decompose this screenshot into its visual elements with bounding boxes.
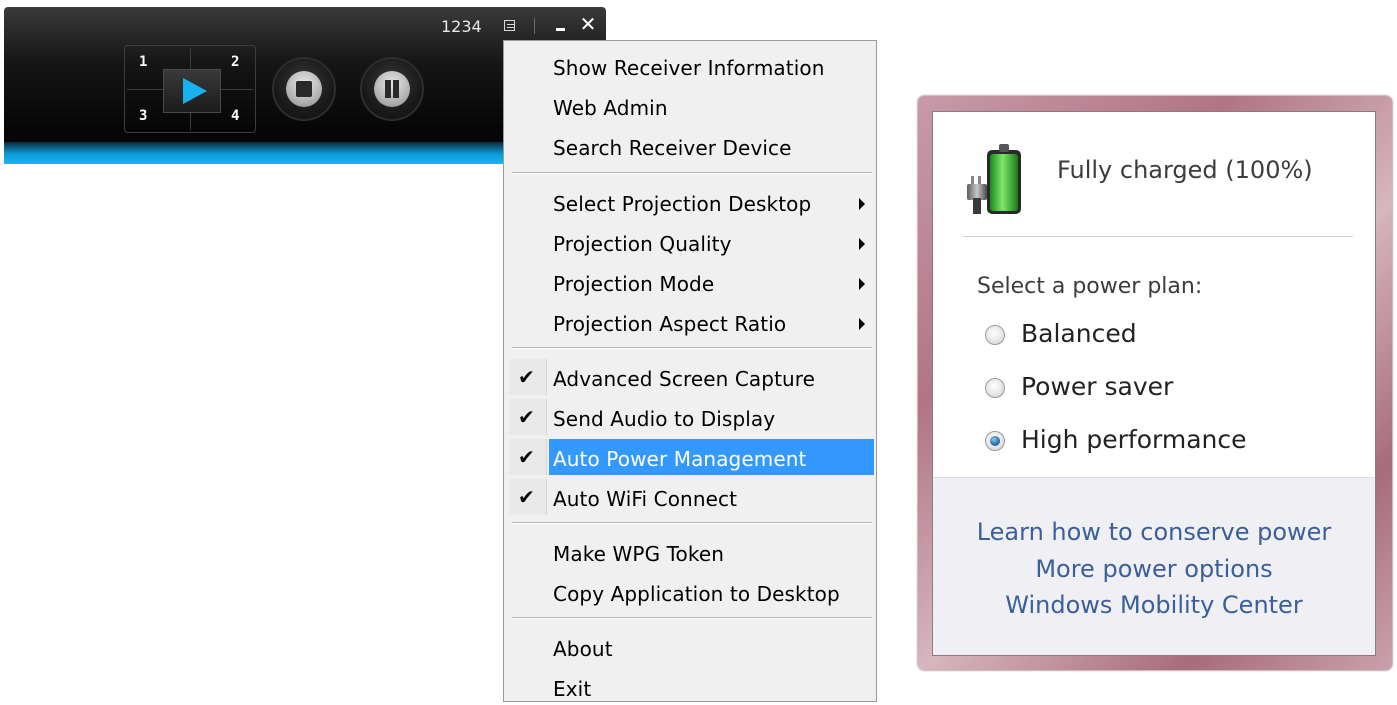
battery-plug-icon bbox=[967, 144, 1021, 214]
menu-item-auto-wifi-connect[interactable]: ✔ Auto WiFi Connect bbox=[504, 479, 876, 515]
menu-separator bbox=[512, 172, 872, 174]
menu-item-projection-aspect-ratio[interactable]: Projection Aspect Ratio bbox=[504, 304, 876, 340]
submenu-arrow-icon bbox=[859, 198, 865, 210]
menu-item-body: Search Receiver Device bbox=[507, 128, 874, 164]
power-plan-heading: Select a power plan: bbox=[977, 274, 1203, 299]
menu-item-body: Auto Power Management bbox=[549, 439, 874, 475]
menu-item-body: Projection Mode bbox=[507, 264, 874, 300]
battery-flyout: Fully charged (100%) Select a power plan… bbox=[918, 96, 1392, 670]
menu-item-label: Web Admin bbox=[553, 96, 668, 120]
battery-status: Fully charged (100%) bbox=[1057, 156, 1313, 184]
menu-item-body: Auto WiFi Connect bbox=[507, 479, 874, 515]
pause-button[interactable] bbox=[360, 57, 424, 121]
menu-item-label: Projection Quality bbox=[553, 232, 732, 256]
quadrant-3-button[interactable]: 3 bbox=[139, 108, 147, 124]
pause-icon bbox=[385, 80, 391, 98]
close-icon[interactable]: ✕ bbox=[579, 14, 597, 34]
menu-item-exit[interactable]: Exit bbox=[504, 669, 876, 705]
menu-item-label: Projection Mode bbox=[553, 272, 715, 296]
menu-item-label: About bbox=[553, 637, 613, 661]
minimize-icon[interactable] bbox=[553, 17, 569, 35]
menu-item-web-admin[interactable]: Web Admin bbox=[504, 88, 876, 124]
menu-item-auto-power-management[interactable]: ✔ Auto Power Management bbox=[504, 439, 876, 475]
submenu-arrow-icon bbox=[859, 318, 865, 330]
submenu-arrow-icon bbox=[859, 278, 865, 290]
menu-item-search-receiver-device[interactable]: Search Receiver Device bbox=[504, 128, 876, 164]
menu-item-label: Advanced Screen Capture bbox=[553, 367, 816, 391]
menu-item-body: Projection Aspect Ratio bbox=[507, 304, 874, 340]
menu-item-body: Select Projection Desktop bbox=[507, 184, 874, 220]
stop-icon bbox=[296, 81, 312, 97]
play-icon bbox=[183, 78, 207, 104]
menu-item-label: Make WPG Token bbox=[553, 542, 725, 566]
menu-item-label: Send Audio to Display bbox=[553, 407, 776, 431]
radio-balanced[interactable] bbox=[985, 325, 1005, 345]
menu-item-make-wpg-token[interactable]: Make WPG Token bbox=[504, 534, 876, 570]
radio-power-saver[interactable] bbox=[985, 378, 1005, 398]
submenu-arrow-icon bbox=[859, 238, 865, 250]
session-code: 1234 bbox=[441, 17, 482, 36]
link-mobility-center[interactable]: Windows Mobility Center bbox=[933, 591, 1375, 619]
pause-icon-bar bbox=[393, 80, 399, 98]
plan-label: Balanced bbox=[1021, 319, 1137, 348]
menu-separator bbox=[512, 522, 872, 524]
menu-item-label: Exit bbox=[553, 677, 592, 701]
menu-item-body: About bbox=[507, 629, 874, 665]
menu-item-body: Show Receiver Information bbox=[507, 48, 874, 84]
menu-item-select-projection-desktop[interactable]: Select Projection Desktop bbox=[504, 184, 876, 220]
menu-item-projection-mode[interactable]: Projection Mode bbox=[504, 264, 876, 300]
checkmark-icon: ✔ bbox=[518, 445, 535, 469]
menu-item-label: Show Receiver Information bbox=[553, 56, 825, 80]
check-column: ✔ bbox=[509, 439, 547, 475]
menu-item-send-audio-to-display[interactable]: ✔ Send Audio to Display bbox=[504, 399, 876, 435]
menu-separator bbox=[512, 347, 872, 349]
menu-item-body: Advanced Screen Capture bbox=[507, 359, 874, 395]
link-conserve-power[interactable]: Learn how to conserve power bbox=[933, 518, 1375, 546]
plan-label: Power saver bbox=[1021, 372, 1174, 401]
menu-separator bbox=[512, 617, 872, 619]
menu-item-body: Web Admin bbox=[507, 88, 874, 124]
menu-item-copy-application-to-desktop[interactable]: Copy Application to Desktop bbox=[504, 574, 876, 610]
menu-item-label: Projection Aspect Ratio bbox=[553, 312, 787, 336]
plan-label: High performance bbox=[1021, 425, 1247, 454]
quadrant-1-button[interactable]: 1 bbox=[139, 54, 147, 70]
menu-item-label: Search Receiver Device bbox=[553, 136, 792, 160]
radio-high-performance[interactable] bbox=[985, 431, 1005, 451]
play-button[interactable] bbox=[163, 69, 221, 113]
menu-item-body: Send Audio to Display bbox=[507, 399, 874, 435]
list-icon[interactable] bbox=[504, 20, 515, 31]
context-menu: Show Receiver Information Web Admin Search… bbox=[503, 40, 877, 702]
menu-item-show-receiver-information[interactable]: Show Receiver Information bbox=[504, 48, 876, 84]
quadrant-4-button[interactable]: 4 bbox=[231, 108, 239, 124]
menu-item-body: Make WPG Token bbox=[507, 534, 874, 570]
quadrant-2-button[interactable]: 2 bbox=[231, 54, 239, 70]
menu-item-label: Select Projection Desktop bbox=[553, 192, 812, 216]
toolbar-separator bbox=[534, 18, 535, 34]
menu-item-about[interactable]: About bbox=[504, 629, 876, 665]
stop-button[interactable] bbox=[272, 57, 336, 121]
menu-item-projection-quality[interactable]: Projection Quality bbox=[504, 224, 876, 260]
menu-item-advanced-screen-capture[interactable]: ✔ Advanced Screen Capture bbox=[504, 359, 876, 395]
menu-item-label: Copy Application to Desktop bbox=[553, 582, 840, 606]
menu-item-body: Exit bbox=[507, 669, 874, 705]
menu-item-body: Projection Quality bbox=[507, 224, 874, 260]
flyout-links-area: Learn how to conserve power More power o… bbox=[933, 477, 1375, 655]
menu-item-label: Auto Power Management bbox=[553, 447, 807, 471]
link-more-power-options[interactable]: More power options bbox=[933, 555, 1375, 583]
flyout-divider bbox=[963, 236, 1353, 237]
menu-item-body: Copy Application to Desktop bbox=[507, 574, 874, 610]
menu-item-label: Auto WiFi Connect bbox=[553, 487, 738, 511]
